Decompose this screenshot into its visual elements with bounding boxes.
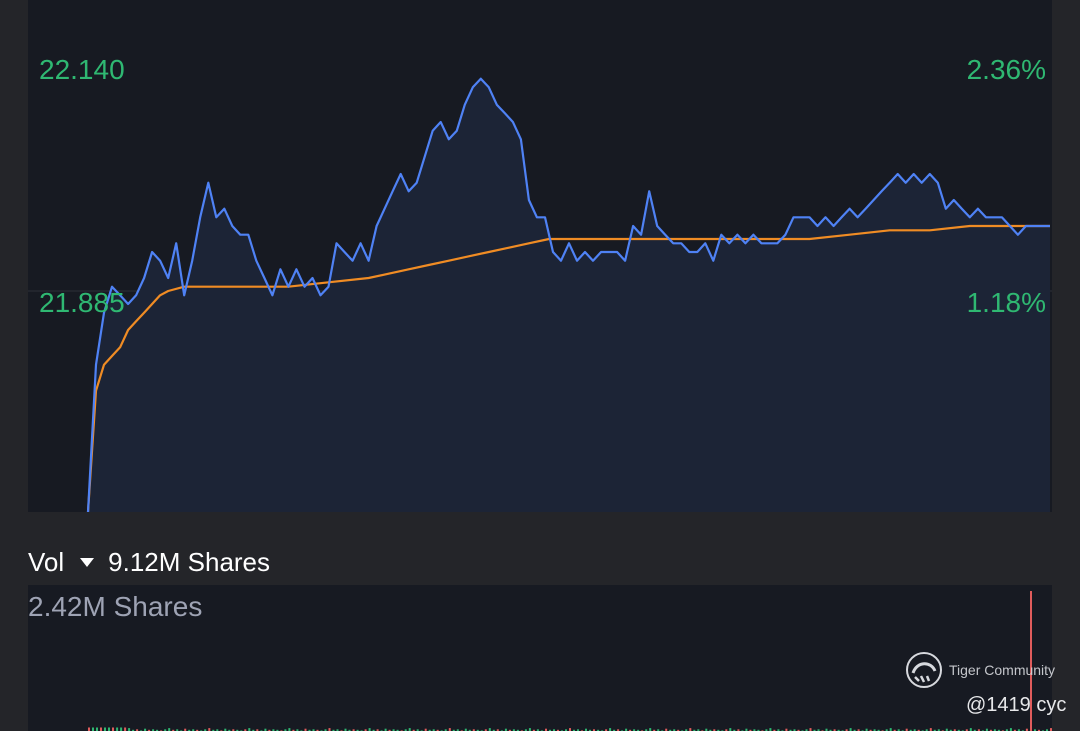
volume-bar [104,727,106,731]
volume-chart-panel[interactable]: 2.42M Shares [28,585,1052,731]
tiger-logo-icon [906,652,942,688]
watermark-handle: @1419 cyc [966,694,1067,716]
volume-label: Vol [28,546,65,577]
price-chart [28,77,1052,512]
caret-down-icon [80,557,95,567]
volume-bar [96,727,98,731]
price-axis-top-label: 22.140 [39,54,125,85]
volume-selector[interactable]: Vol 9.12M Shares [28,546,270,578]
price-chart-panel[interactable]: 22.140 21.885 2.36% 1.18% [28,0,1052,512]
price-axis-mid-label: 21.885 [39,287,125,318]
watermark-brand: Tiger Community [949,662,1056,678]
volume-bar [116,727,119,731]
percent-axis-top-label: 2.36% [966,54,1046,85]
volume-bar [108,727,110,731]
volume-bar [100,727,102,731]
volume-bar [112,727,114,731]
percent-axis-mid-label: 1.18% [966,287,1046,318]
volume-bar [120,727,123,731]
watermark: Tiger Community [905,651,1055,689]
volume-bar [88,727,90,731]
price-area-fill [88,78,1050,512]
volume-total: 9.12M Shares [108,546,271,577]
volume-bar [124,727,127,731]
volume-bar [92,727,94,731]
volume-max-label: 2.42M Shares [28,591,203,622]
